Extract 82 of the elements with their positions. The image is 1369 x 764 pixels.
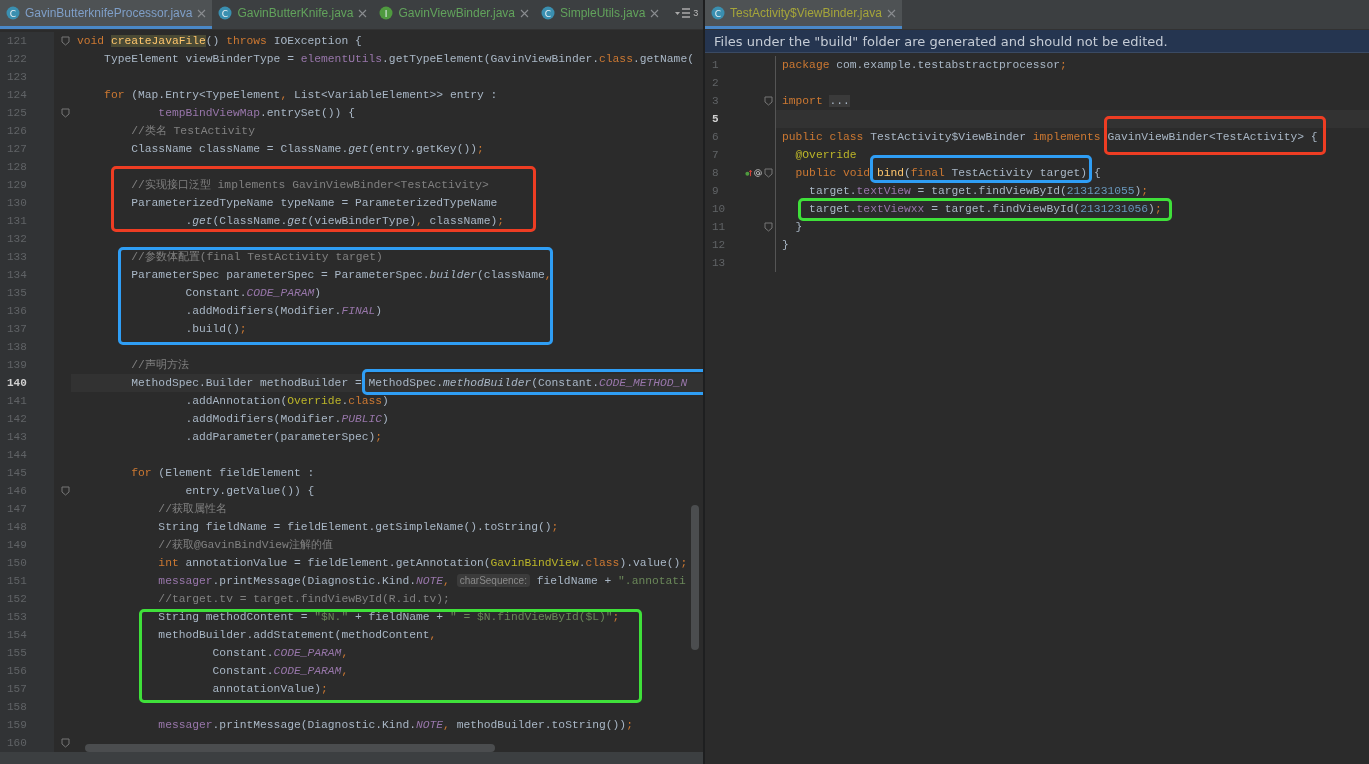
code-line: messager.printMessage(Diagnostic.Kind.NOTE, charSequence: fieldName + ".annotati — [157, 575, 686, 587]
code-line: ParameterizedTypeName typeName = ParameterizedTypeName — [130, 197, 498, 209]
class-icon: C — [541, 6, 555, 20]
override-icon[interactable] — [754, 168, 762, 178]
code-line: //参数体配置(final TestActivity target) — [130, 251, 383, 263]
close-icon[interactable] — [520, 8, 529, 18]
fold-icon[interactable] — [764, 96, 773, 106]
code-line: public void bind(final TestActivity target) { — [794, 167, 1101, 179]
code-line: tempBindViewMap.entrySet()) { — [157, 107, 355, 119]
code-line: entry.getValue()) { — [184, 485, 315, 497]
code-line: .build(); — [184, 323, 247, 335]
implements-icon[interactable] — [745, 168, 753, 178]
class-icon: C — [218, 6, 233, 20]
code-line: messager.printMessage(Diagnostic.Kind.NOTE, methodBuilder.toString()); — [157, 719, 633, 731]
code-line: //实现接口泛型 implements GavinViewBinder<TestActivity> — [130, 179, 489, 191]
line-number: 6 — [712, 131, 719, 143]
code-line: //获取属性名 — [157, 503, 227, 515]
fold-icon[interactable] — [61, 108, 70, 118]
code-line: Constant.CODE_PARAM) — [184, 287, 322, 299]
code-line: Constant.CODE_PARAM, — [211, 647, 349, 659]
info-banner: Files under the "build" folder are generated and should not be edited. — [705, 30, 1369, 53]
code-line: void createJavaFile() throws IOException { — [77, 35, 362, 47]
fold-icon[interactable] — [61, 36, 70, 46]
code-line: } — [794, 221, 803, 233]
code-line: int annotationValue = fieldElement.getAnnotation(GavinBindView.class).value(); — [157, 557, 688, 569]
line-number: 10 — [712, 203, 726, 215]
line-number: 140 — [7, 377, 27, 389]
line-number: 8 — [712, 167, 719, 179]
line-number: 11 — [712, 221, 726, 233]
code-line: Constant.CODE_PARAM, — [211, 665, 349, 677]
code-line: for (Map.Entry<TypeElement, List<VariableElement>> entry : — [103, 89, 498, 101]
line-number: 13 — [712, 257, 726, 269]
code-line: .addParameter(parameterSpec); — [184, 431, 383, 443]
class-icon: C — [6, 6, 20, 20]
class-icon: C — [711, 6, 725, 20]
file-tab[interactable]: C TestActivity$ViewBinder.java — [705, 0, 902, 29]
fold-icon[interactable] — [764, 222, 773, 232]
recent-files-button[interactable]: 3 — [675, 0, 707, 29]
close-icon[interactable] — [886, 8, 896, 18]
code-line: public class TestActivity$ViewBinder implements GavinViewBinder<TestActivity> { — [782, 131, 1318, 143]
code-line: //target.tv = target.findViewById(R.id.tv); — [157, 593, 450, 605]
close-icon[interactable] — [197, 8, 207, 18]
file-tab[interactable]: I GavinViewBinder.java — [373, 0, 535, 29]
fold-icon[interactable] — [61, 486, 70, 496]
list-icon — [675, 8, 692, 18]
code-line: annotationValue); — [211, 683, 328, 695]
code-line: .addModifiers(Modifier.FINAL) — [184, 305, 383, 317]
code-line: @Override — [794, 149, 857, 161]
scrollbar-thumb[interactable] — [691, 505, 699, 650]
file-tab[interactable]: C GavinButterKnife.java — [212, 0, 374, 29]
line-number: 12 — [712, 239, 726, 251]
file-tab[interactable]: C GavinButterknifeProcessor.java — [0, 0, 213, 29]
line-number: 1 — [712, 59, 719, 71]
code-line: package com.example.testabstractprocessor; — [782, 59, 1067, 71]
code-line: } — [782, 239, 789, 251]
code-line: //获取@GavinBindView注解的值 — [157, 539, 333, 551]
code-line: .addAnnotation(Override.class) — [184, 395, 389, 407]
code-line: String methodContent = "$N." + fieldName + " = $N.findViewById($L)"; — [157, 611, 620, 623]
code-line: String fieldName = fieldElement.getSimpleName().toString(); — [157, 521, 559, 533]
close-icon[interactable] — [358, 8, 368, 18]
interface-icon: I — [379, 6, 394, 20]
code-line: ParameterSpec parameterSpec = ParameterSpec.builder(className, — [130, 269, 552, 281]
fold-icon[interactable] — [764, 168, 773, 178]
code-line: //类名 TestActivity — [130, 125, 255, 137]
code-line: ClassName className = ClassName.get(entry.getKey()); — [130, 143, 484, 155]
line-number: 2 — [712, 77, 719, 89]
code-line: .addModifiers(Modifier.PUBLIC) — [184, 413, 389, 425]
code-line: target.textViewxx = target.findViewById(2131231056); — [808, 203, 1162, 215]
code-line: TypeElement viewBinderType = elementUtils.getTypeElement(GavinViewBinder.class.getName( — [103, 53, 694, 65]
file-tab[interactable]: C SimpleUtils.java — [535, 0, 666, 29]
code-line: import ... — [782, 95, 850, 107]
code-line: .get(ClassName.get(viewBinderType), className); — [184, 215, 505, 227]
code-line: //声明方法 — [130, 359, 189, 371]
code-line: methodBuilder.addStatement(methodContent, — [157, 629, 437, 641]
line-number: 3 — [712, 95, 719, 107]
code-line: MethodSpec.Builder methodBuilder = MethodSpec.methodBuilder(Constant.CODE_METHOD_N — [130, 377, 688, 389]
close-icon[interactable] — [650, 8, 660, 18]
line-number: 5 — [712, 113, 719, 125]
scrollbar-thumb[interactable] — [85, 744, 495, 752]
code-line: for (Element fieldElement : — [130, 467, 315, 479]
code-line: target.textView = target.findViewById(2131231055); — [808, 185, 1149, 197]
fold-icon[interactable] — [61, 738, 70, 748]
